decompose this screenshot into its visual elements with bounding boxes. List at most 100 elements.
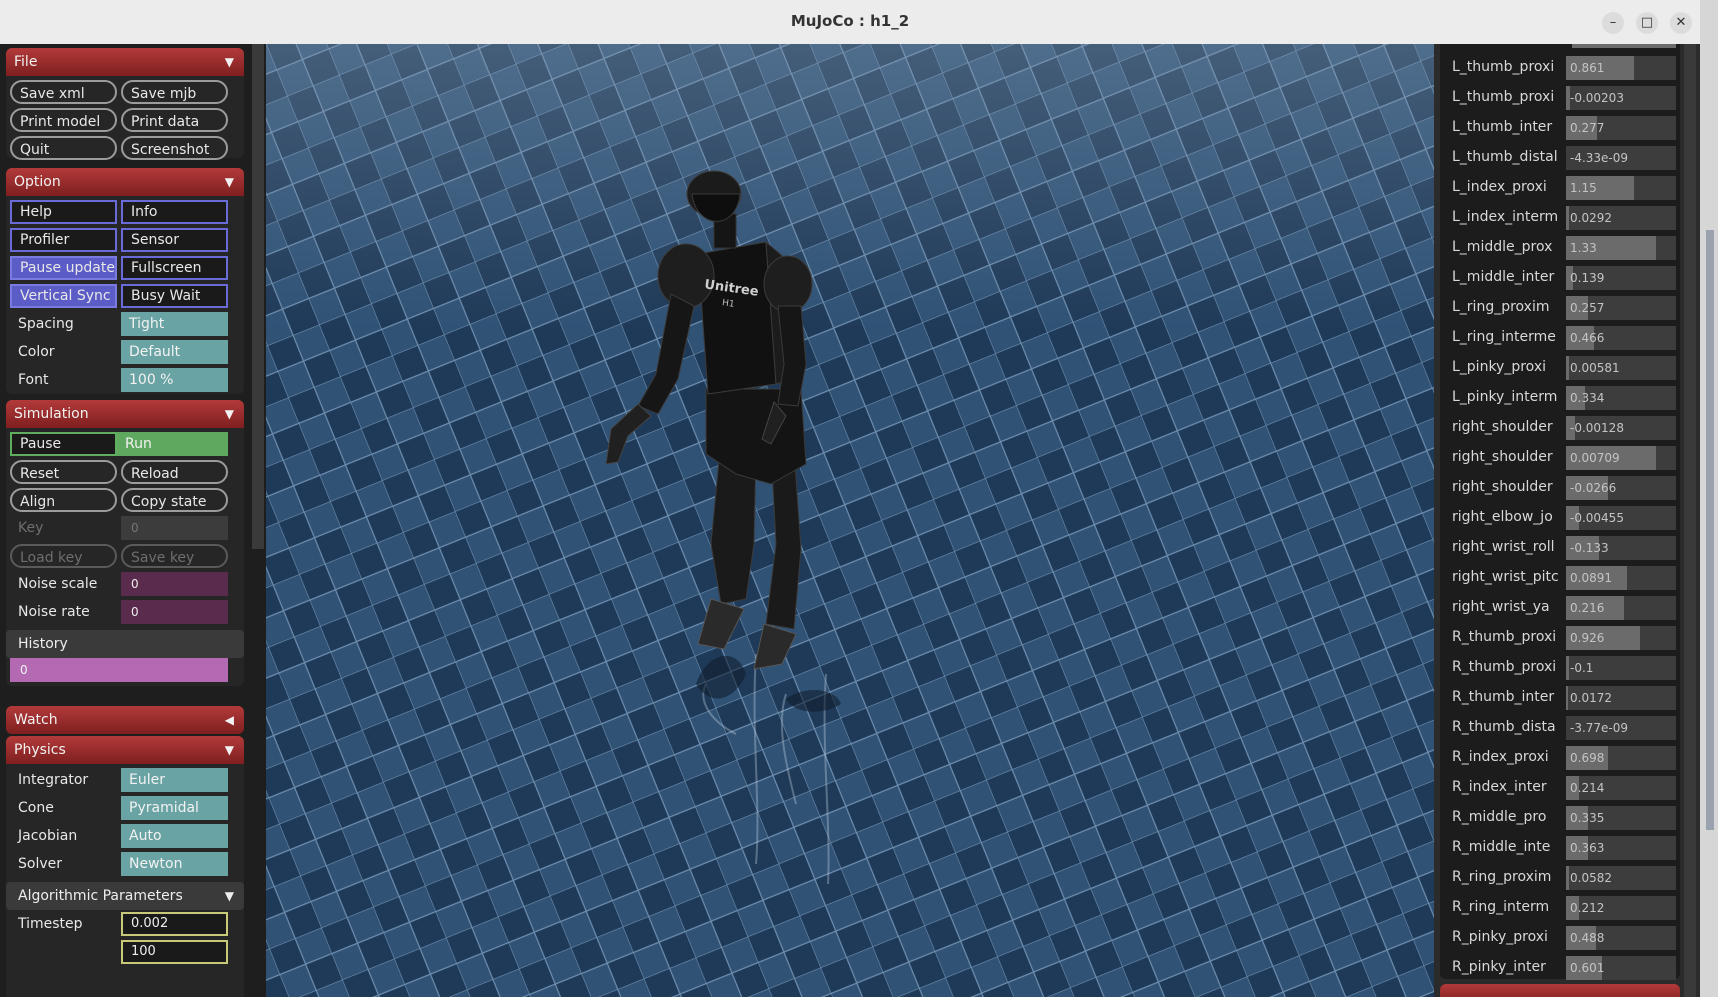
iterations-input[interactable]: 100 xyxy=(121,940,228,964)
joint-slider[interactable]: 0.601 xyxy=(1566,956,1676,980)
joint-slider[interactable]: 0.0172 xyxy=(1566,686,1676,710)
watch-section-header[interactable]: Watch ◀ xyxy=(6,706,244,734)
joint-slider[interactable]: 0.0891 xyxy=(1566,566,1676,590)
quit-button[interactable]: Quit xyxy=(10,136,117,160)
reload-button[interactable]: Reload xyxy=(121,460,228,484)
timestep-input[interactable]: 0.002 xyxy=(121,912,228,936)
busy-wait-toggle[interactable]: Busy Wait xyxy=(121,284,228,308)
maximize-icon[interactable]: □ xyxy=(1636,12,1658,34)
simulation-section-header[interactable]: Simulation ▼ xyxy=(6,400,244,428)
spacing-label: Spacing xyxy=(18,316,74,332)
joint-slider[interactable]: -0.133 xyxy=(1566,536,1676,560)
joint-name: L_ring_proxim xyxy=(1452,299,1550,315)
physics-section-header[interactable]: Physics ▼ xyxy=(6,736,244,764)
joint-value: 0.926 xyxy=(1570,631,1605,645)
joint-slider[interactable]: 0.0582 xyxy=(1566,866,1676,890)
print-model-button[interactable]: Print model xyxy=(10,108,117,132)
cone-select[interactable]: Pyramidal xyxy=(121,796,228,820)
3d-viewport[interactable]: Unitree H1 xyxy=(266,44,1434,997)
file-section-header[interactable]: File ▼ xyxy=(6,48,244,76)
joint-slider[interactable]: -0.00128 xyxy=(1566,416,1676,440)
pause-radio[interactable]: Pause xyxy=(10,432,117,456)
joint-slider[interactable]: 0.335 xyxy=(1566,806,1676,830)
joint-slider[interactable]: 1.33 xyxy=(1566,236,1676,260)
joint-slider[interactable]: 1.15 xyxy=(1566,176,1676,200)
joint-row: right_wrist_ya 0.216 xyxy=(1440,592,1680,622)
run-radio[interactable]: Run xyxy=(117,432,228,456)
joint-slider[interactable]: 0.216 xyxy=(1566,596,1676,620)
joint-slider[interactable]: 0.00709 xyxy=(1566,446,1676,470)
joint-name: L_thumb_proxi xyxy=(1452,89,1555,105)
joint-slider-fill xyxy=(1566,656,1570,680)
noise-rate-slider[interactable]: 0 xyxy=(121,600,228,624)
font-select[interactable]: 100 % xyxy=(121,368,228,392)
jacobian-select[interactable]: Auto xyxy=(121,824,228,848)
solver-select[interactable]: Newton xyxy=(121,852,228,876)
load-key-button[interactable]: Load key xyxy=(10,544,117,568)
option-section: Option ▼ Help Info Profiler Sensor Pause… xyxy=(6,168,244,394)
joint-slider[interactable]: -0.1 xyxy=(1566,656,1676,680)
history-slider[interactable]: 0 xyxy=(10,658,228,682)
left-panel-scrollbar[interactable] xyxy=(252,44,264,549)
joint-slider[interactable]: 0.698 xyxy=(1566,746,1676,770)
joint-slider[interactable]: 0.212 xyxy=(1566,896,1676,920)
key-label: Key xyxy=(18,520,44,536)
joint-slider[interactable]: -3.77e-09 xyxy=(1566,716,1676,740)
joint-value: 0.335 xyxy=(1570,811,1605,825)
profiler-toggle[interactable]: Profiler xyxy=(10,228,117,252)
fullscreen-toggle[interactable]: Fullscreen xyxy=(121,256,228,280)
joint-slider[interactable]: 0.861 xyxy=(1566,56,1676,80)
reset-button[interactable]: Reset xyxy=(10,460,117,484)
joint-slider[interactable]: 0.139 xyxy=(1566,266,1676,290)
joint-slider[interactable]: 0.00581 xyxy=(1566,356,1676,380)
joint-value: 0.334 xyxy=(1570,391,1605,405)
joint-value: 0.0891 xyxy=(1570,571,1612,585)
joint-slider[interactable]: 0.926 xyxy=(1566,626,1676,650)
close-icon[interactable]: ✕ xyxy=(1670,12,1692,34)
joint-slider[interactable]: 0.466 xyxy=(1566,326,1676,350)
print-data-button[interactable]: Print data xyxy=(121,108,228,132)
joint-slider[interactable]: 0.277 xyxy=(1566,116,1676,140)
align-button[interactable]: Align xyxy=(10,488,117,512)
sensor-toggle[interactable]: Sensor xyxy=(121,228,228,252)
save-xml-button[interactable]: Save xml xyxy=(10,80,117,104)
joint-slider-fill xyxy=(1566,686,1569,710)
info-toggle[interactable]: Info xyxy=(121,200,228,224)
joint-name: R_pinky_proxi xyxy=(1452,929,1548,945)
joint-value: 0.0172 xyxy=(1570,691,1612,705)
copy-state-button[interactable]: Copy state xyxy=(121,488,228,512)
joint-value: 0.601 xyxy=(1570,961,1605,975)
joint-name: R_thumb_dista xyxy=(1452,719,1556,735)
vertical-sync-toggle[interactable]: Vertical Sync xyxy=(10,284,117,308)
screenshot-button[interactable]: Screenshot xyxy=(121,136,228,160)
noise-scale-slider[interactable]: 0 xyxy=(121,572,228,596)
right-panel-scrollbar[interactable] xyxy=(1684,44,1696,997)
spacing-select[interactable]: Tight xyxy=(121,312,228,336)
joint-slider[interactable]: -0.00455 xyxy=(1566,506,1676,530)
pause-update-toggle[interactable]: Pause update xyxy=(10,256,117,280)
integrator-select[interactable]: Euler xyxy=(121,768,228,792)
joint-slider[interactable]: -0.00203 xyxy=(1566,86,1676,110)
joint-name: R_index_inter xyxy=(1452,779,1547,795)
option-section-header[interactable]: Option ▼ xyxy=(6,168,244,196)
joint-slider[interactable]: 0.0292 xyxy=(1566,206,1676,230)
joint-name: right_wrist_roll xyxy=(1452,539,1555,555)
joint-name: L_thumb_inter xyxy=(1452,119,1553,135)
joint-slider[interactable]: -4.33e-09 xyxy=(1566,146,1676,170)
window-titlebar[interactable]: MuJoCo : h1_2 – □ ✕ xyxy=(0,0,1700,45)
next-section-header[interactable] xyxy=(1440,984,1680,997)
help-toggle[interactable]: Help xyxy=(10,200,117,224)
joint-slider[interactable]: 0.214 xyxy=(1566,776,1676,800)
save-key-button[interactable]: Save key xyxy=(121,544,228,568)
minimize-icon[interactable]: – xyxy=(1602,12,1624,34)
joint-slider[interactable]: 0.257 xyxy=(1566,296,1676,320)
joint-slider[interactable]: -0.0266 xyxy=(1566,476,1676,500)
collapse-triangle-icon: ▼ xyxy=(224,175,234,189)
save-mjb-button[interactable]: Save mjb xyxy=(121,80,228,104)
joint-slider[interactable]: 0.363 xyxy=(1566,836,1676,860)
joint-slider[interactable]: 0.334 xyxy=(1566,386,1676,410)
algorithmic-parameters-subheader[interactable]: Algorithmic Parameters ▼ xyxy=(6,882,244,910)
joint-slider[interactable]: 0.488 xyxy=(1566,926,1676,950)
key-slider[interactable]: 0 xyxy=(121,516,228,540)
color-select[interactable]: Default xyxy=(121,340,228,364)
